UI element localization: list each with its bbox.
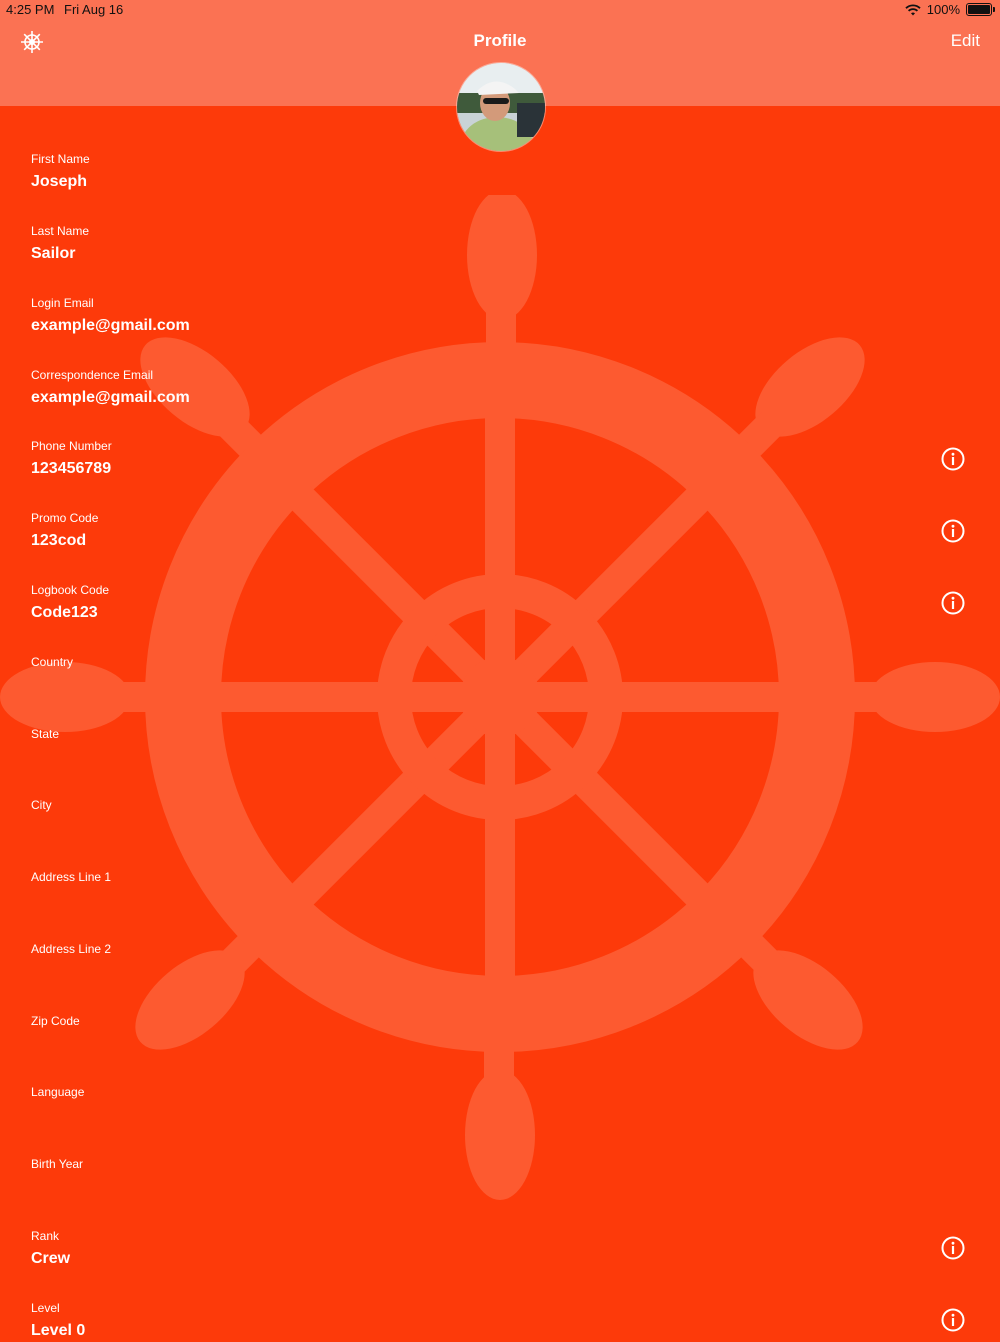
level-info-button[interactable] [941,1308,965,1332]
promo-code-field[interactable]: Promo Code 123cod [31,510,98,552]
rank-info-button[interactable] [941,1236,965,1260]
address-line-1-field[interactable]: Address Line 1 [31,869,111,889]
avatar-photo [457,63,545,151]
info-icon [941,591,965,615]
city-field[interactable]: City [31,797,52,817]
status-date: Fri Aug 16 [64,2,124,17]
field-value: Sailor [31,245,76,262]
field-value: 123cod [31,532,87,549]
logbook-code-info-button[interactable] [941,591,965,615]
wifi-icon [905,3,921,15]
field-value: example@gmail.com [31,317,190,334]
field-label: Correspondence Email [31,368,154,382]
field-value: example@gmail.com [31,389,190,406]
phone-number-field[interactable]: Phone Number 123456789 [31,438,112,480]
country-field[interactable]: Country [31,654,73,674]
language-field[interactable]: Language [31,1084,84,1104]
logbook-code-field[interactable]: Logbook Code Code123 [31,582,109,624]
field-label: Logbook Code [31,583,110,597]
field-value: Level 0 [31,1322,86,1339]
state-field[interactable]: State [31,726,59,746]
field-label: Birth Year [31,1157,84,1171]
field-label: Promo Code [31,511,99,525]
field-label: Last Name [31,224,90,238]
edit-button[interactable]: Edit [951,31,980,51]
field-label: Phone Number [31,439,112,453]
info-icon [941,519,965,543]
rank-field[interactable]: Rank Crew [31,1228,70,1270]
ship-wheel-watermark [0,195,1000,1200]
battery-icon [966,3,995,16]
login-email-field[interactable]: Login Email example@gmail.com [31,295,190,337]
field-label: Language [31,1085,85,1099]
promo-code-info-button[interactable] [941,519,965,543]
field-value: 123456789 [31,460,112,477]
field-value: Joseph [31,173,88,190]
field-label: City [31,798,52,812]
page-title: Profile [473,31,527,50]
status-time: 4:25 PM [6,2,55,17]
birth-year-field[interactable]: Birth Year [31,1156,83,1176]
status-right: 100% [905,2,995,17]
first-name-field[interactable]: First Name Joseph [31,151,90,193]
field-value: Code123 [31,604,98,621]
field-label: Login Email [31,296,94,310]
field-label: First Name [31,152,90,166]
field-label: Address Line 2 [31,942,112,956]
status-bar: 4:25 PM Fri Aug 16 100% [0,0,1000,22]
info-icon [941,1236,965,1260]
field-label: Rank [31,1229,60,1243]
field-value: Crew [31,1250,71,1267]
last-name-field[interactable]: Last Name Sailor [31,223,89,265]
zip-code-field[interactable]: Zip Code [31,1013,80,1033]
field-label: Country [31,655,74,669]
avatar[interactable] [456,62,546,152]
correspondence-email-field[interactable]: Correspondence Email example@gmail.com [31,367,190,409]
info-icon [941,1308,965,1332]
field-label: Address Line 1 [31,870,112,884]
info-icon [941,447,965,471]
field-label: State [31,727,60,741]
battery-percent: 100% [926,2,960,17]
address-line-2-field[interactable]: Address Line 2 [31,941,111,961]
phone-info-button[interactable] [941,447,965,471]
level-field[interactable]: Level Level 0 [31,1300,85,1342]
field-label: Zip Code [31,1014,80,1028]
field-label: Level [31,1301,60,1315]
